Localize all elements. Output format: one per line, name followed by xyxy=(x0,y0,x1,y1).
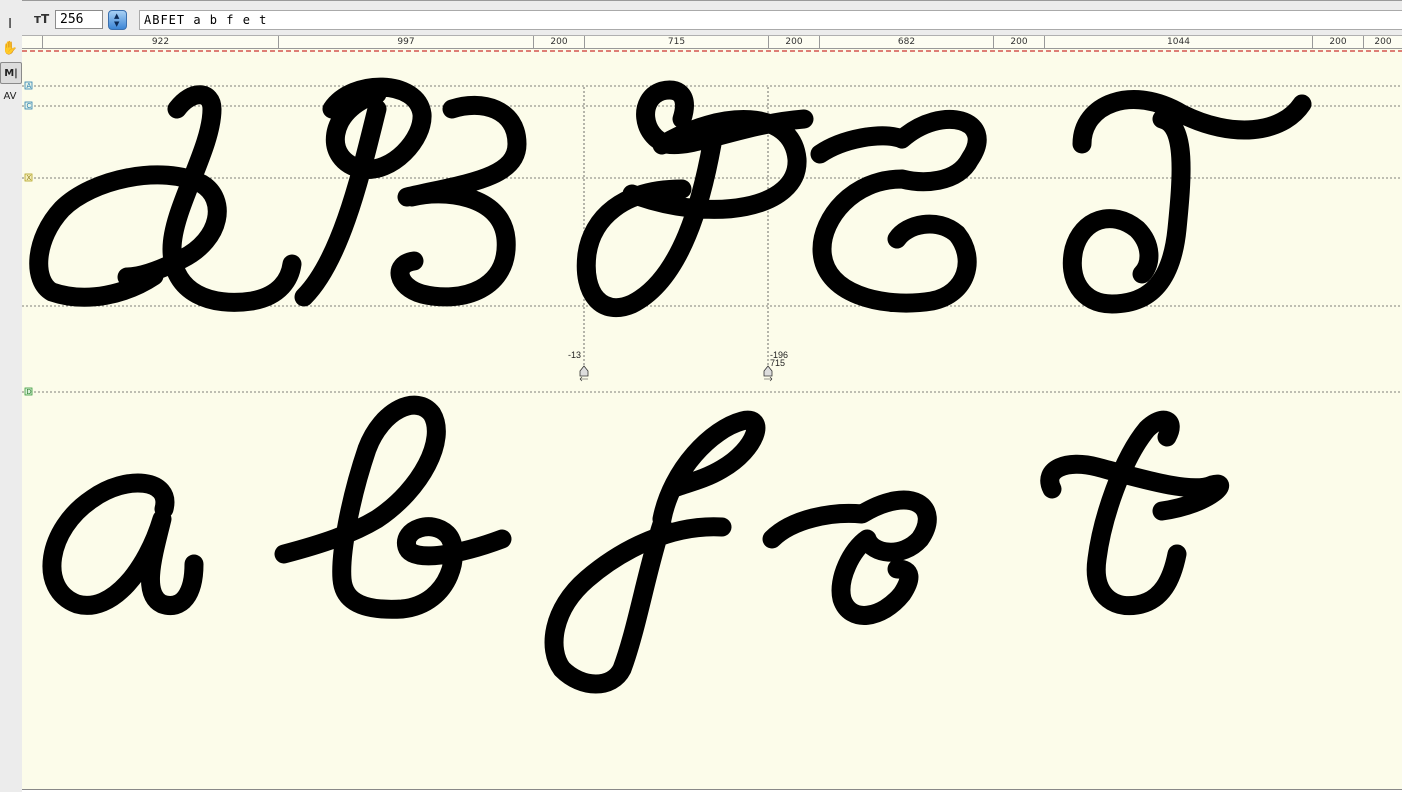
glyph-t-lowercase[interactable] xyxy=(1040,410,1230,616)
sample-text-field[interactable]: ABFET a b f e t xyxy=(139,10,1402,30)
guide-label-X: X xyxy=(27,175,32,182)
ruler-segment-space: 200 xyxy=(1363,36,1402,48)
glyph-preview-canvas[interactable]: A C X D -13 -196 715 xyxy=(22,49,1402,790)
guide-label-A: A xyxy=(27,83,32,90)
hand-tool-icon[interactable]: ✋ xyxy=(0,38,20,58)
glyph-b-lowercase[interactable] xyxy=(274,395,512,619)
guide-label-D: D xyxy=(27,389,32,396)
ruler-segment-F-width: 715 xyxy=(584,36,768,48)
glyph-a-lowercase[interactable] xyxy=(42,473,204,615)
guide-label-C: C xyxy=(27,103,32,110)
glyph-A-uppercase[interactable] xyxy=(29,85,302,312)
glyph-B-uppercase[interactable] xyxy=(294,77,527,307)
canvas-bottom-edge xyxy=(22,789,1402,793)
glyph-preview-svg: A C X D -13 -196 715 xyxy=(22,50,1402,694)
font-size-icon: ᴛT xyxy=(34,12,50,26)
glyph-e-lowercase[interactable] xyxy=(762,490,937,625)
ruler-segment-T-width: 1044 xyxy=(1044,36,1312,48)
stepper-down-icon[interactable]: ▼ xyxy=(114,21,119,28)
ruler-segment-space: 200 xyxy=(993,36,1044,48)
preview-toolbar: ᴛT 256 ▲ ▼ ABFET a b f e t xyxy=(22,0,1402,36)
right-sidebearing-handle[interactable] xyxy=(763,365,773,382)
text-cursor-icon[interactable]: I xyxy=(0,14,20,34)
ruler-segment-space: 200 xyxy=(1312,36,1363,48)
ruler-segment-space: 200 xyxy=(533,36,584,48)
guide-markers: A C X D xyxy=(24,81,33,396)
glyph-T-uppercase[interactable] xyxy=(1062,90,1312,314)
glyph-F-uppercase[interactable] xyxy=(576,80,814,318)
glyph-E-uppercase[interactable] xyxy=(810,109,987,313)
metrics-ruler: 922 997 200 715 200 682 200 1044 200 200 xyxy=(22,36,1402,49)
advance-width-value: 715 xyxy=(770,358,785,368)
left-sidebearing-value: -13 xyxy=(568,350,581,360)
point-size-field[interactable]: 256 xyxy=(55,10,103,29)
left-sidebearing-handle[interactable] xyxy=(579,365,589,382)
left-toolbar: I ✋ M| AV xyxy=(0,0,23,792)
ruler-segment-A-width: 922 xyxy=(42,36,278,48)
glyph-f-lowercase[interactable] xyxy=(544,410,766,694)
ruler-segment-B-width: 997 xyxy=(278,36,533,48)
ruler-segment-E-width: 682 xyxy=(819,36,993,48)
ruler-segment-space: 200 xyxy=(768,36,819,48)
stepper-up-icon[interactable]: ▲ xyxy=(114,13,119,20)
metrics-tool-icon[interactable]: M| xyxy=(0,62,22,84)
point-size-stepper[interactable]: ▲ ▼ xyxy=(108,10,127,30)
kerning-tool-icon[interactable]: AV xyxy=(0,86,20,106)
